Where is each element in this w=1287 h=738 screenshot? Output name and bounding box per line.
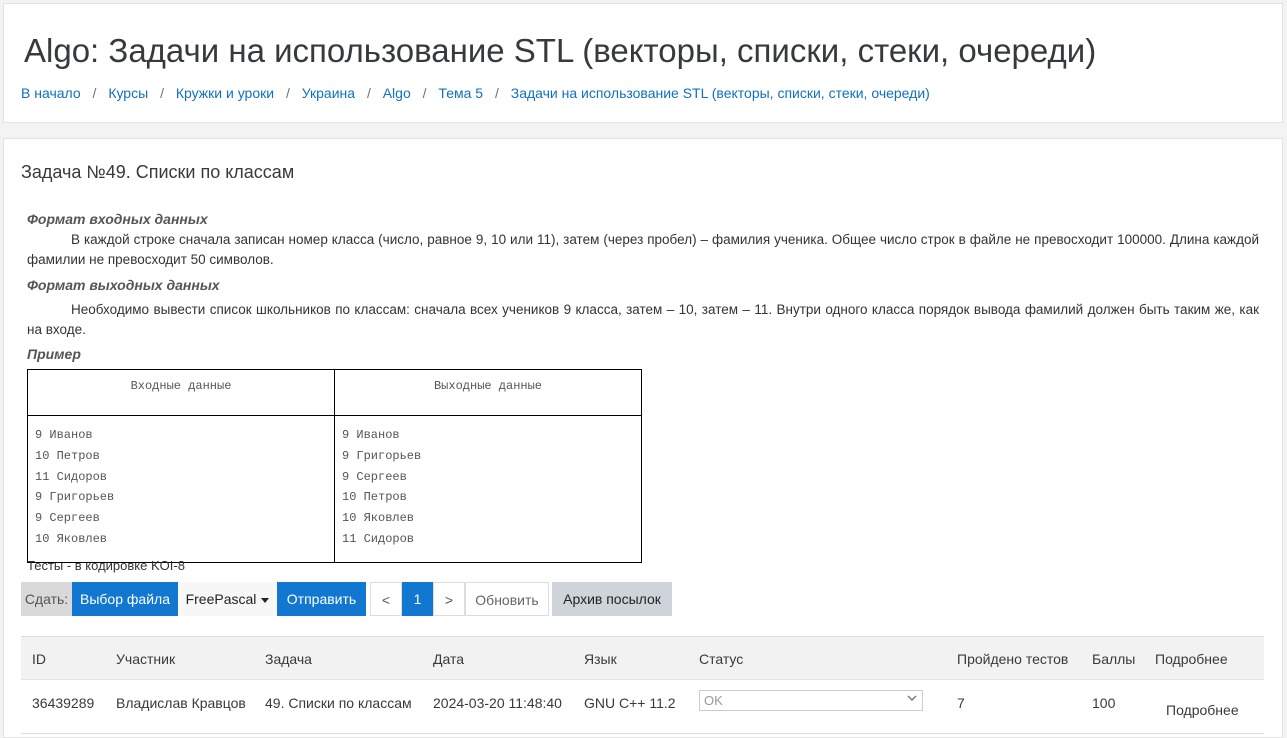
status-value: OK [704,693,723,708]
submission-score: 100 [1092,695,1116,711]
refresh-button[interactable]: Обновить [465,582,549,616]
col-participant: Участник [116,651,176,667]
example-output-header: Выходные данные [334,369,642,416]
example-input-cell: 9 Иванов 10 Петров 11 Сидоров 9 Григорье… [27,415,335,563]
next-page-button[interactable]: > [433,582,465,616]
example-table: Входные данные Выходные данные 9 Иванов … [27,369,642,563]
submission-id: 36439289 [32,695,95,711]
col-id: ID [32,651,46,667]
table-row: 36439289 Владислав Кравцов 49. Списки по… [21,679,1264,734]
example-input-line: 10 Яковлев [35,531,108,546]
output-format-body: Необходимо вывести список школьников по … [27,302,1259,337]
col-score: Баллы [1092,651,1136,667]
submission-date: 2024-03-20 11:48:40 [433,695,562,711]
language-selected: FreePascal [185,591,257,607]
breadcrumb-current[interactable]: Задачи на использование STL (векторы, сп… [511,85,930,101]
col-status: Статус [699,651,744,667]
archive-button[interactable]: Архив посылок [552,582,672,616]
chevron-down-icon [907,695,917,701]
breadcrumb: В начало / Курсы / Кружки и уроки / Укра… [21,85,930,101]
breadcrumb-separator: / [285,85,290,101]
input-format-body: В каждой строке сначала записан номер кл… [27,232,1259,267]
submission-language: GNU C++ 11.2 [584,695,676,711]
example-input-line: 9 Иванов [35,428,93,442]
caret-down-icon [261,597,270,603]
submit-label: Сдать: [21,582,72,616]
details-link[interactable]: Подробнее [1166,702,1239,718]
breadcrumb-ukraine[interactable]: Украина [302,85,355,101]
col-problem: Задача [265,651,312,667]
example-input-line: 11 Сидоров [35,469,108,484]
example-input-line: 10 Петров [35,448,100,463]
task-card: Задача №49. Списки по классам Формат вхо… [3,138,1283,738]
task-title: Задача №49. Списки по классам [21,162,295,182]
input-format-heading: Формат входных данных [27,211,208,227]
breadcrumb-topic[interactable]: Тема 5 [438,85,483,101]
breadcrumb-separator: / [160,85,164,101]
breadcrumb-courses[interactable]: Курсы [108,85,148,101]
breadcrumb-separator: / [422,85,427,101]
submission-participant: Владислав Кравцов [116,695,246,711]
breadcrumb-separator: / [366,85,371,101]
page-header: Algo: Задачи на использование STL (векто… [3,3,1283,123]
example-input-header: Входные данные [27,369,335,416]
choose-file-button[interactable]: Выбор файла [72,582,178,616]
page-1-button[interactable]: 1 [402,582,433,616]
example-output-line: 11 Сидоров [342,531,415,546]
col-language: Язык [584,651,617,667]
col-date: Дата [433,651,465,667]
example-input-line: 9 Сергеев [35,511,100,526]
col-tests-passed: Пройдено тестов [957,651,1069,667]
page-title: Algo: Задачи на использование STL (векто… [24,32,1097,69]
breadcrumb-home[interactable]: В начало [21,85,81,101]
send-button[interactable]: Отправить [277,582,366,616]
example-output-line: 9 Сергеев [342,469,407,484]
output-format-heading: Формат выходных данных [27,277,220,293]
language-dropdown[interactable]: FreePascal [178,582,277,616]
breadcrumb-algo[interactable]: Algo [383,85,411,101]
example-heading: Пример [27,346,81,362]
col-details: Подробнее [1155,651,1228,667]
status-select[interactable]: OK [699,690,923,711]
example-output-cell: 9 Иванов 9 Григорьев 9 Сергеев 10 Петров… [334,415,642,563]
table-header-row: ID Участник Задача Дата Язык Статус Прой… [21,636,1264,679]
output-format-text: Необходимо вывести список школьников по … [27,300,1259,340]
breadcrumb-clubs[interactable]: Кружки и уроки [176,85,274,101]
tests-encoding-note: Тесты - в кодировке KOI-8 [27,558,185,573]
submission-tests-passed: 7 [957,695,965,711]
example-output-line: 9 Иванов [342,428,400,442]
breadcrumb-separator: / [92,85,97,101]
example-input-line: 9 Григорьев [35,490,115,505]
prev-page-button[interactable]: < [370,582,402,616]
example-output-line: 10 Яковлев [342,511,415,526]
input-format-text: В каждой строке сначала записан номер кл… [27,230,1259,270]
example-output-line: 10 Петров [342,490,407,505]
submission-problem: 49. Списки по классам [265,695,412,711]
breadcrumb-separator: / [494,85,499,101]
example-output-line: 9 Григорьев [342,448,422,463]
